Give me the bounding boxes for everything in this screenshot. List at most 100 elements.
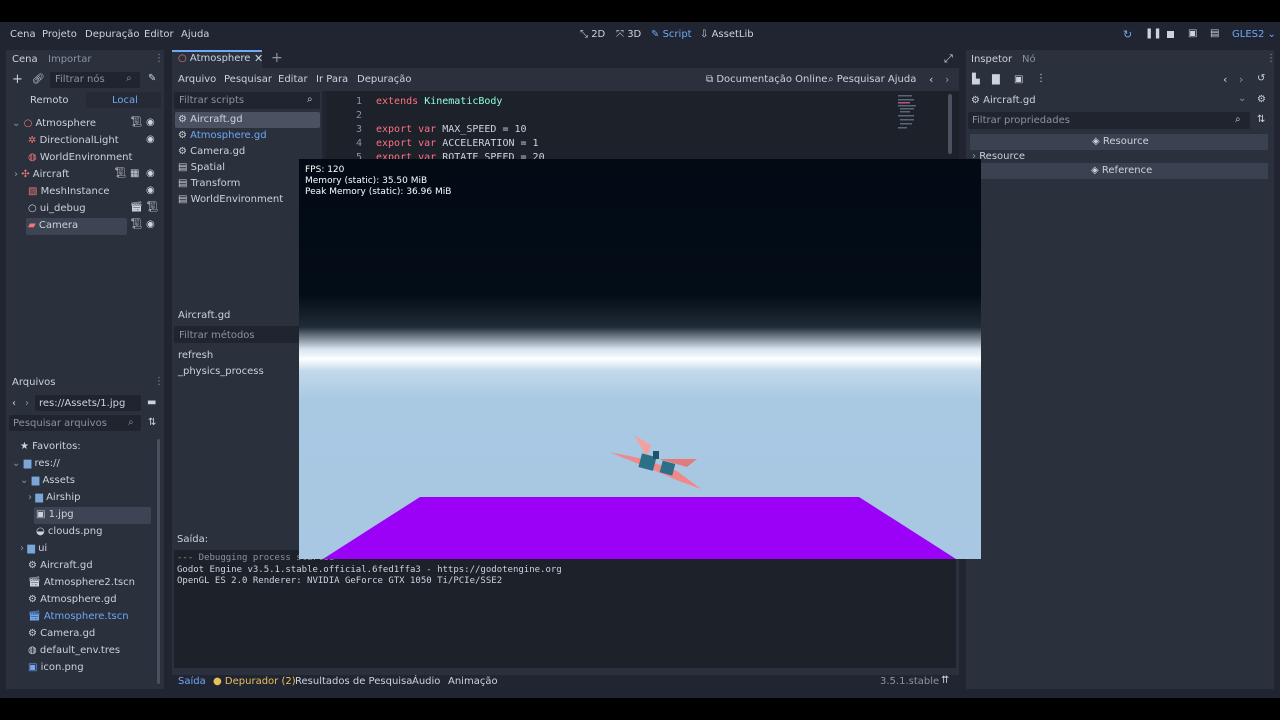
play-custom-scene-icon[interactable]: ▤: [1210, 28, 1219, 39]
workspace-2d[interactable]: ⤡ 2D: [580, 29, 605, 40]
play-scene-icon[interactable]: ▣: [1188, 28, 1197, 39]
script-attach-icon[interactable]: ✎: [148, 73, 156, 84]
file-row-res[interactable]: ⌄ ▆ res://: [12, 458, 60, 469]
code-minimap[interactable]: [898, 94, 918, 130]
bottom-tab-audio[interactable]: Áudio: [412, 676, 440, 687]
tab-no[interactable]: Nó: [1022, 54, 1036, 65]
resource-menu-icon[interactable]: ⋮: [1036, 73, 1046, 84]
file-row-atmosphere-gd[interactable]: ⚙ Atmosphere.gd: [28, 594, 117, 605]
split-mode-icon[interactable]: ▬: [147, 397, 156, 408]
file-row-camera-gd[interactable]: ⚙ Camera.gd: [28, 628, 95, 639]
dock-menu-icon[interactable]: ⋮: [1266, 53, 1276, 64]
file-row-atmosphere2[interactable]: 🎬︎ Atmosphere2.tscn: [28, 577, 135, 588]
file-row-ui[interactable]: › ▆ ui: [20, 543, 47, 554]
script-icon[interactable]: 📜︎: [114, 168, 127, 179]
code-line-4[interactable]: export var ACCELERATION = 1: [376, 138, 539, 149]
script-item-spatial[interactable]: ▤ Spatial: [178, 162, 225, 173]
stop-icon[interactable]: [1167, 31, 1174, 38]
search-help-button[interactable]: ⌕ Pesquisar Ajuda: [828, 74, 916, 85]
instance-icon[interactable]: 🎬︎: [130, 202, 143, 213]
save-resource-icon[interactable]: ▣: [1014, 74, 1023, 85]
fullscreen-icon[interactable]: ⤢: [944, 52, 953, 66]
dock-menu-icon[interactable]: ⋮: [154, 53, 164, 64]
new-resource-icon[interactable]: ▙: [972, 74, 980, 85]
file-row-default-env[interactable]: ◍ default_env.tres: [28, 645, 120, 656]
remote-button[interactable]: Remoto: [30, 95, 69, 106]
script-menu-depuracao[interactable]: Depuração: [357, 74, 412, 85]
file-row-assets[interactable]: ⌄ ▆ Assets: [20, 475, 75, 486]
visibility-icon[interactable]: ◉: [146, 185, 155, 196]
link-icon[interactable]: 🔗︎: [32, 74, 45, 85]
expand-panel-icon[interactable]: ⇈: [941, 675, 949, 686]
script-menu-ir-para[interactable]: Ir Para: [316, 74, 348, 85]
menu-cena[interactable]: Cena: [10, 29, 36, 40]
visibility-icon[interactable]: ◉: [146, 168, 155, 179]
sort-icon[interactable]: ⇅: [148, 417, 156, 428]
files-scrollbar[interactable]: [157, 439, 160, 684]
workspace-assetlib[interactable]: ⇩ AssetLib: [700, 29, 754, 40]
code-line-3[interactable]: export var MAX_SPEED = 10: [376, 124, 527, 135]
menu-projeto[interactable]: Projeto: [42, 29, 77, 40]
tree-node-directionallight[interactable]: ✲ DirectionalLight: [28, 135, 119, 146]
script-menu-pesquisar[interactable]: Pesquisar: [224, 74, 272, 85]
add-node-icon[interactable]: +: [12, 72, 23, 87]
file-row-aircraft-gd[interactable]: ⚙ Aircraft.gd: [28, 560, 93, 571]
script-menu-arquivo[interactable]: Arquivo: [178, 74, 216, 85]
dock-menu-icon[interactable]: ⋮: [154, 376, 164, 387]
visibility-icon[interactable]: ◉: [146, 219, 155, 230]
script-icon[interactable]: 📜︎: [146, 202, 159, 213]
script-icon[interactable]: 📜︎: [130, 117, 143, 128]
add-tab-icon[interactable]: +: [271, 50, 283, 66]
menu-depuracao[interactable]: Depuração: [85, 29, 140, 40]
tree-node-meshinstance[interactable]: ▧ MeshInstance: [28, 186, 110, 197]
favorites-row[interactable]: ★ Favoritos:: [20, 441, 81, 452]
file-row-atmosphere-tscn[interactable]: 🎬︎ Atmosphere.tscn: [28, 611, 129, 622]
tree-node-worldenvironment[interactable]: ◍ WorldEnvironment: [28, 152, 132, 163]
bottom-tab-saida[interactable]: Saída: [178, 676, 206, 687]
sort-icon[interactable]: ⇅: [1257, 114, 1265, 125]
bottom-tab-resultados[interactable]: Resultados de Pesquisa: [295, 676, 412, 687]
tree-node-atmosphere[interactable]: ⌄ ○ Atmosphere: [12, 118, 96, 129]
method-physics-process[interactable]: _physics_process: [178, 366, 264, 377]
close-tab-icon[interactable]: ✕: [254, 52, 263, 65]
group-icon[interactable]: ▦: [130, 168, 139, 179]
tab-inspetor[interactable]: Inspetor: [971, 54, 1012, 65]
next-script-icon[interactable]: ›: [945, 73, 949, 86]
history-icon[interactable]: ↺: [1257, 73, 1265, 84]
object-properties-icon[interactable]: ⚙: [1257, 94, 1266, 105]
inspected-object[interactable]: ⚙ Aircraft.gd: [971, 95, 1036, 106]
script-item-atmosphere[interactable]: ⚙ Atmosphere.gd: [178, 130, 267, 141]
reload-icon[interactable]: ↻: [1123, 28, 1132, 41]
chevron-down-icon[interactable]: ⌄: [1238, 93, 1246, 104]
script-item-worldenvironment[interactable]: ▤ WorldEnvironment: [178, 194, 283, 205]
code-line-1[interactable]: extends KinematicBody: [376, 96, 502, 107]
visibility-icon[interactable]: ◉: [146, 134, 155, 145]
pause-icon[interactable]: ❚❚: [1145, 28, 1162, 39]
workspace-3d[interactable]: ⤧ 3D: [616, 29, 641, 40]
code-scrollbar[interactable]: [948, 94, 952, 154]
history-forward-icon[interactable]: ›: [1239, 73, 1243, 86]
menu-ajuda[interactable]: Ajuda: [181, 29, 209, 40]
script-icon[interactable]: 📜︎: [130, 219, 143, 230]
docs-link[interactable]: ⧉ Documentação Online: [706, 74, 827, 85]
file-row-1jpg[interactable]: ▣ 1.jpg: [36, 509, 74, 520]
prev-script-icon[interactable]: ‹: [929, 73, 933, 86]
renderer-select[interactable]: GLES2 ⌄: [1232, 29, 1276, 40]
bottom-tab-depurador[interactable]: ● Depurador (2): [213, 676, 296, 687]
tree-node-camera[interactable]: ▰ Camera: [28, 220, 78, 231]
file-row-airship[interactable]: › ▆ Airship: [28, 492, 80, 503]
script-item-camera[interactable]: ⚙ Camera.gd: [178, 146, 245, 157]
tab-importar[interactable]: Importar: [48, 54, 91, 65]
back-icon[interactable]: ‹: [12, 398, 16, 409]
tree-node-aircraft[interactable]: › ✣ Aircraft: [14, 169, 69, 180]
tree-node-ui-debug[interactable]: ○ ui_debug: [28, 203, 86, 214]
menu-editor[interactable]: Editor: [144, 29, 174, 40]
forward-icon[interactable]: ›: [25, 398, 29, 409]
file-row-clouds[interactable]: ◒ clouds.png: [36, 526, 102, 537]
script-menu-editar[interactable]: Editar: [278, 74, 308, 85]
bottom-tab-animacao[interactable]: Animação: [448, 676, 498, 687]
script-item-transform[interactable]: ▤ Transform: [178, 178, 240, 189]
workspace-script[interactable]: ✎ Script: [651, 29, 692, 40]
game-viewport[interactable]: FPS: 120 Memory (static): 35.50 MiB Peak…: [299, 159, 981, 559]
method-refresh[interactable]: refresh: [178, 350, 213, 361]
